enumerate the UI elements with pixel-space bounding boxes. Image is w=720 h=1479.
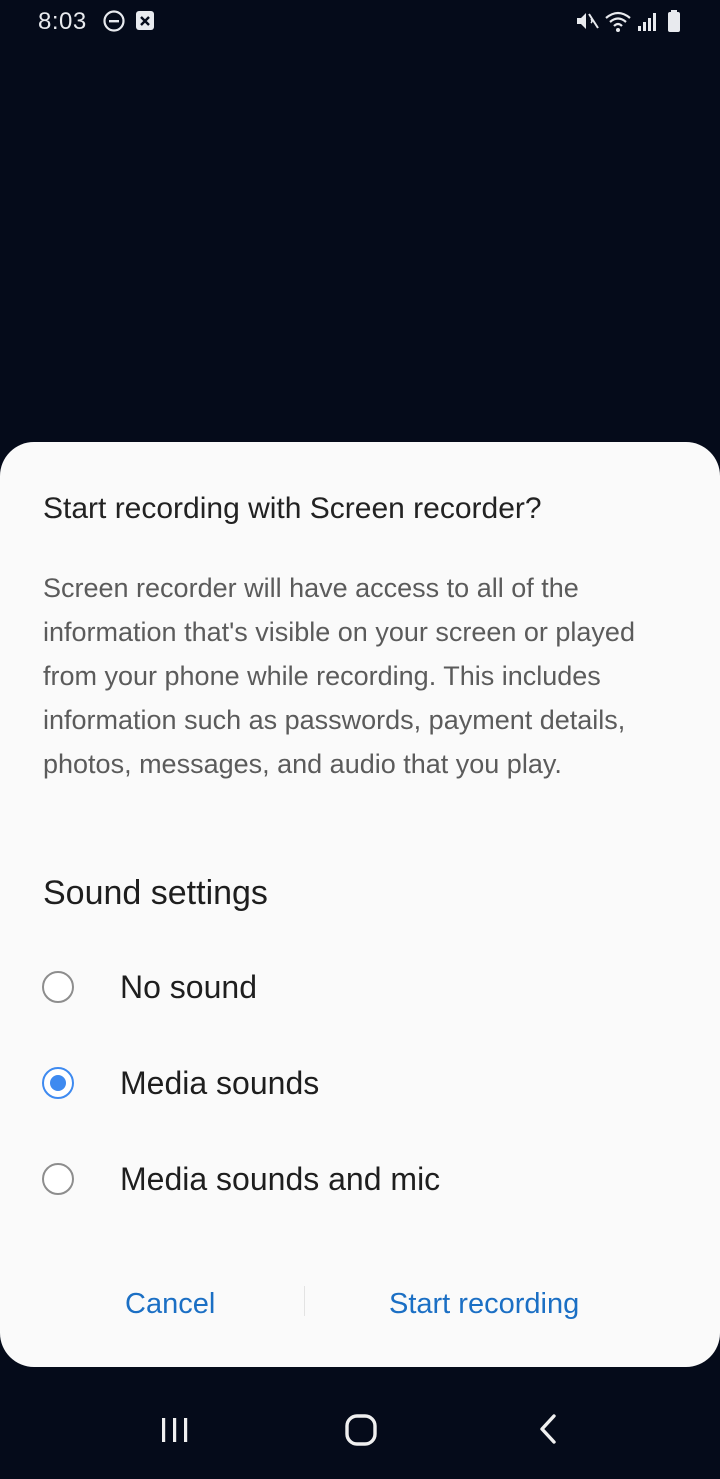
sound-settings-heading: Sound settings xyxy=(43,874,268,912)
radio-no-sound[interactable] xyxy=(42,971,74,1003)
signal-icon xyxy=(636,9,660,38)
option-label: Media sounds and mic xyxy=(120,1161,441,1197)
notification-icon xyxy=(134,9,156,38)
back-icon[interactable] xyxy=(518,1400,578,1460)
status-time: 8:03 xyxy=(38,8,87,35)
dialog-message: Screen recorder will have access to all … xyxy=(43,573,635,779)
option-label: Media sounds xyxy=(120,1065,320,1101)
recents-icon[interactable] xyxy=(145,1400,205,1460)
cancel-button[interactable]: Cancel xyxy=(125,1282,215,1326)
option-media-sounds-and-mic[interactable]: Media sounds and mic xyxy=(40,1151,680,1211)
dialog-title: Start recording with Screen recorder? xyxy=(43,492,542,525)
option-media-sounds[interactable]: Media sounds xyxy=(40,1055,680,1115)
home-icon[interactable] xyxy=(331,1400,391,1460)
radio-media-sounds-and-mic[interactable] xyxy=(42,1163,74,1195)
mute-icon xyxy=(574,9,600,38)
option-label: No sound xyxy=(120,969,257,1005)
button-divider xyxy=(304,1286,305,1316)
status-bar: 8:03 xyxy=(0,0,720,44)
radio-media-sounds[interactable] xyxy=(42,1067,74,1099)
do-not-disturb-icon xyxy=(102,9,126,38)
wifi-icon xyxy=(604,9,632,38)
start-recording-button[interactable]: Start recording xyxy=(389,1282,579,1326)
battery-icon xyxy=(666,9,682,38)
option-no-sound[interactable]: No sound xyxy=(40,959,680,1019)
screen-recorder-dialog: Start recording with Screen recorder? Sc… xyxy=(0,442,720,1367)
navigation-bar xyxy=(0,1380,720,1479)
